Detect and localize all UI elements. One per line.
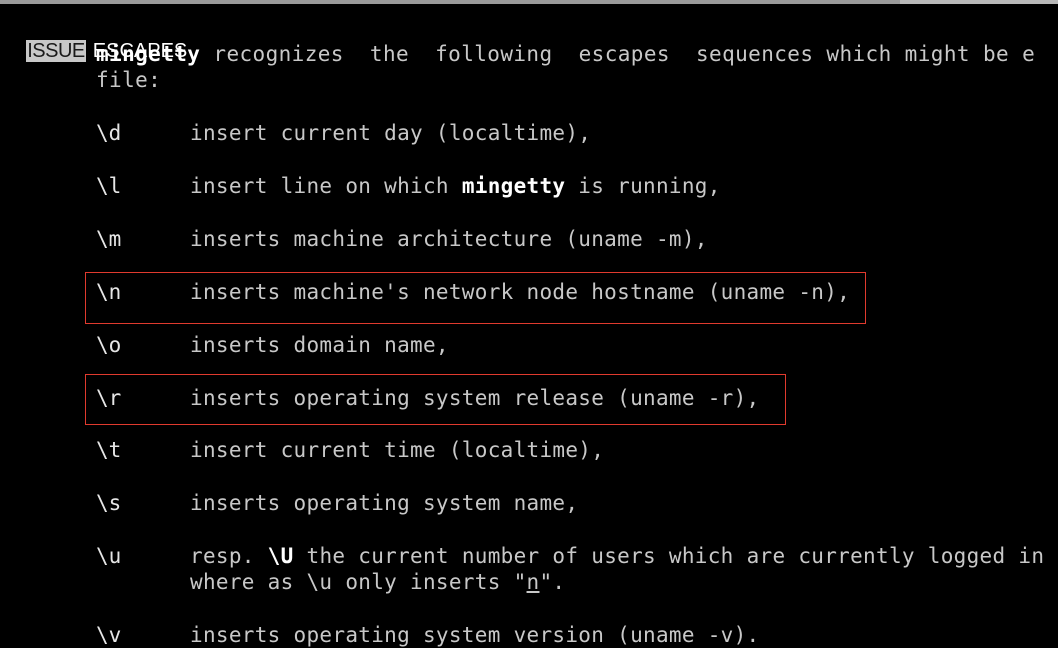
escape-key-n: \n	[96, 280, 122, 304]
escape-key-m: \m	[96, 227, 122, 251]
escape-desc-u-line2-underlined: n	[526, 570, 540, 594]
escape-key-l: \l	[96, 174, 122, 198]
escape-key-d: \d	[96, 121, 122, 145]
intro-line-1: mingetty recognizes the following escape…	[96, 41, 1035, 67]
escape-key-r: \r	[96, 386, 122, 410]
escape-key-u: \u	[96, 544, 122, 568]
escape-desc-l-program: mingetty	[461, 174, 566, 198]
escape-desc-d: insert current day (localtime),	[190, 121, 592, 145]
escape-key-t: \t	[96, 438, 122, 462]
escape-desc-m: inserts machine architecture (uname -m),	[190, 227, 708, 251]
escape-desc-l-post: is running,	[565, 174, 721, 198]
escape-desc-l-pre: insert line on which	[190, 174, 462, 198]
escape-desc-u-pre: resp.	[190, 544, 268, 568]
intro-line-1-text: recognizes the following escapes sequenc…	[200, 42, 1036, 66]
escape-desc-s: inserts operating system name,	[190, 491, 579, 515]
escape-desc-u-bold: \U	[267, 544, 294, 568]
escape-desc-u: resp. \U the current number of users whi…	[190, 543, 1044, 569]
escape-desc-t: insert current time (localtime),	[190, 438, 605, 462]
escape-desc-l: insert line on which mingetty is running…	[190, 173, 721, 199]
intro-program: mingetty	[96, 42, 201, 66]
escape-desc-u-post: the current number of users which are cu…	[293, 544, 1045, 568]
escape-desc-o: inserts domain name,	[190, 333, 449, 357]
escape-desc-r: inserts operating system release (uname …	[190, 386, 760, 410]
section-tag: ISSUE	[26, 40, 86, 62]
escape-desc-u-line2-pre: where as \u only inserts "	[190, 570, 527, 594]
intro-line-2: file:	[96, 68, 162, 92]
escape-key-o: \o	[96, 333, 122, 357]
escape-desc-v: inserts operating system version (uname …	[190, 623, 760, 647]
escape-key-v: \v	[96, 623, 122, 647]
terminal-window[interactable]: ISSUE ESCAPES mingetty recognizes the fol…	[0, 4, 1058, 647]
escape-desc-u-line2-post: ".	[539, 570, 566, 594]
escape-key-s: \s	[96, 491, 122, 515]
escape-desc-n: inserts machine's network node hostname …	[190, 280, 851, 304]
escape-desc-u-line2: where as \u only inserts "n".	[190, 569, 565, 595]
